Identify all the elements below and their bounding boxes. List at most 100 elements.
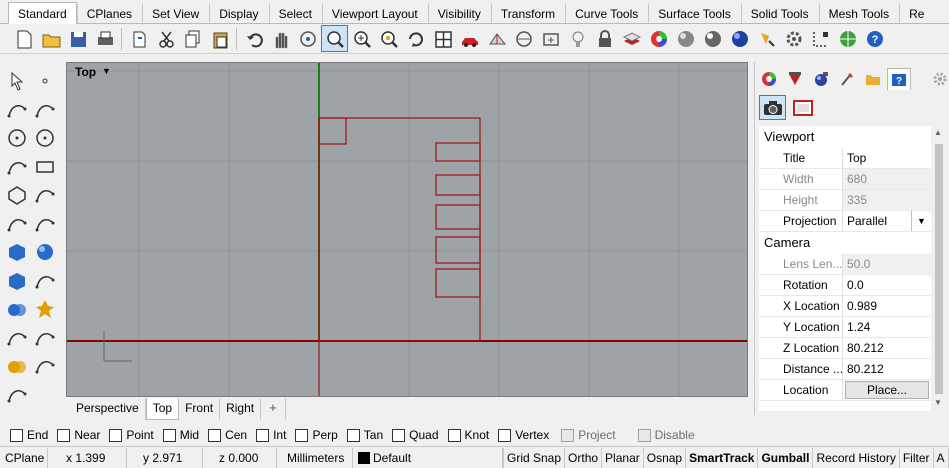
osnap-quad[interactable]: Quad (392, 428, 439, 442)
tab-mesh-tools[interactable]: Mesh Tools (818, 3, 899, 23)
status-toggle-ortho[interactable]: Ortho (565, 447, 603, 468)
tab-visibility[interactable]: Visibility (427, 3, 491, 23)
camera-icon[interactable] (759, 95, 786, 120)
tab-surface-tools[interactable]: Surface Tools (648, 3, 741, 23)
hide-object-icon[interactable] (537, 25, 564, 52)
polyline-icon[interactable] (4, 97, 30, 123)
surface-icon[interactable] (32, 211, 58, 237)
place-button[interactable]: Place... (845, 381, 929, 399)
status-toggle-grid-snap[interactable]: Grid Snap (503, 447, 566, 468)
tab-standard[interactable]: Standard (8, 2, 77, 24)
car-icon[interactable] (456, 25, 483, 52)
property-row-x-location[interactable]: X Location 0.989 (759, 296, 931, 317)
osnap-end[interactable]: End (10, 428, 48, 442)
render-sphere-icon[interactable] (699, 25, 726, 52)
tab-set-view[interactable]: Set View (142, 3, 209, 23)
rotate-view-icon[interactable] (294, 25, 321, 52)
drawing-geometry[interactable] (318, 117, 481, 342)
undo-icon[interactable] (240, 25, 267, 52)
select-arrow-icon[interactable] (4, 68, 30, 94)
rectangle-icon[interactable] (32, 154, 58, 180)
checkbox[interactable] (10, 428, 23, 442)
property-row-projection[interactable]: Projection Parallel ▼ (759, 211, 931, 232)
dimension-icon[interactable] (807, 25, 834, 52)
checkbox[interactable] (208, 428, 222, 442)
arc-icon[interactable] (4, 154, 30, 180)
layer-indicator[interactable]: Default (353, 447, 503, 468)
property-value[interactable]: 0.0 (842, 275, 931, 295)
grid-options-icon[interactable] (483, 25, 510, 52)
help-icon[interactable]: ? (861, 25, 888, 52)
chevron-down-icon[interactable]: ▼ (911, 211, 931, 231)
folder-panel-icon[interactable] (861, 68, 885, 90)
viewport-menu-arrow-icon[interactable]: ▼ (102, 66, 111, 76)
layer-icon[interactable] (618, 25, 645, 52)
circle-center-icon[interactable] (32, 125, 58, 151)
status-toggle-a[interactable]: A (934, 447, 949, 468)
four-viewports-icon[interactable] (429, 25, 456, 52)
checkbox[interactable] (295, 428, 309, 442)
scroll-down-icon[interactable]: ▼ (934, 398, 942, 407)
fillet-icon[interactable] (4, 211, 30, 237)
tab-transform[interactable]: Transform (490, 3, 565, 23)
material-sphere-icon[interactable] (672, 25, 699, 52)
copy-icon[interactable] (179, 25, 206, 52)
osnap-knot[interactable]: Knot (447, 428, 489, 442)
property-value[interactable]: 1.24 (842, 317, 931, 337)
color-wheel-icon[interactable] (645, 25, 672, 52)
checkbox[interactable] (392, 428, 406, 442)
cplane-label[interactable]: CPlane (0, 447, 48, 468)
slot-4[interactable] (435, 236, 481, 264)
slot-2[interactable] (435, 174, 481, 196)
mesh-icon[interactable] (32, 268, 58, 294)
viewport-frame-icon[interactable] (789, 95, 816, 120)
render-tools-panel-icon[interactable] (835, 68, 859, 90)
transform-icon[interactable] (32, 325, 58, 351)
slot-5[interactable] (435, 268, 481, 298)
tab-viewport-layout[interactable]: Viewport Layout (321, 3, 428, 23)
open-file-icon[interactable] (37, 25, 64, 52)
circle-icon[interactable] (4, 125, 30, 151)
status-toggle-gumball[interactable]: Gumball (758, 447, 814, 468)
tab-solid-tools[interactable]: Solid Tools (740, 3, 819, 23)
property-row-distance[interactable]: Distance ... 80.212 (759, 359, 931, 380)
cylinder-icon[interactable] (4, 268, 30, 294)
osnap-tan[interactable]: Tan (346, 428, 383, 442)
osnap-perp[interactable]: Perp (295, 428, 338, 442)
units-label[interactable]: Millimeters (277, 447, 353, 468)
import-icon[interactable] (125, 25, 152, 52)
cut-icon[interactable] (152, 25, 179, 52)
osnap-int[interactable]: Int (256, 428, 286, 442)
status-toggle-planar[interactable]: Planar (602, 447, 644, 468)
help-panel-icon[interactable]: ? (887, 68, 911, 90)
polygon-icon[interactable] (4, 182, 30, 208)
paste-icon[interactable] (206, 25, 233, 52)
property-row-location[interactable]: Location Place... (759, 380, 931, 401)
add-viewport-tab-icon[interactable]: + (261, 398, 286, 420)
viewport-title[interactable]: Top (71, 64, 100, 80)
new-file-icon[interactable] (10, 25, 37, 52)
panel-scrollbar[interactable]: ▲ ▼ (931, 126, 947, 411)
corner-square[interactable] (318, 117, 347, 145)
viewport-tab-perspective[interactable]: Perspective (70, 398, 146, 420)
viewport-tab-top[interactable]: Top (145, 398, 180, 420)
group-icon[interactable] (4, 353, 30, 379)
tab-display[interactable]: Display (209, 3, 268, 23)
property-value[interactable]: Place... (842, 380, 931, 400)
property-row-y-location[interactable]: Y Location 1.24 (759, 317, 931, 338)
scroll-thumb[interactable] (935, 144, 943, 394)
zoom-window-icon[interactable] (321, 25, 348, 52)
curve-from-object-icon[interactable] (4, 382, 30, 408)
property-value[interactable]: 80.212 (842, 359, 931, 379)
material-panel-icon[interactable] (783, 68, 807, 90)
checkbox[interactable] (447, 428, 461, 442)
light-bulb-icon[interactable] (564, 25, 591, 52)
tab-select[interactable]: Select (268, 3, 322, 23)
viewport-tab-front[interactable]: Front (179, 398, 221, 420)
sphere-icon[interactable] (32, 239, 58, 265)
status-toggle-record-history[interactable]: Record History (813, 447, 900, 468)
property-row-z-location[interactable]: Z Location 80.212 (759, 338, 931, 359)
lock-icon[interactable] (591, 25, 618, 52)
tab-curve-tools[interactable]: Curve Tools (565, 3, 648, 23)
tab-cplanes[interactable]: CPlanes (76, 3, 142, 23)
